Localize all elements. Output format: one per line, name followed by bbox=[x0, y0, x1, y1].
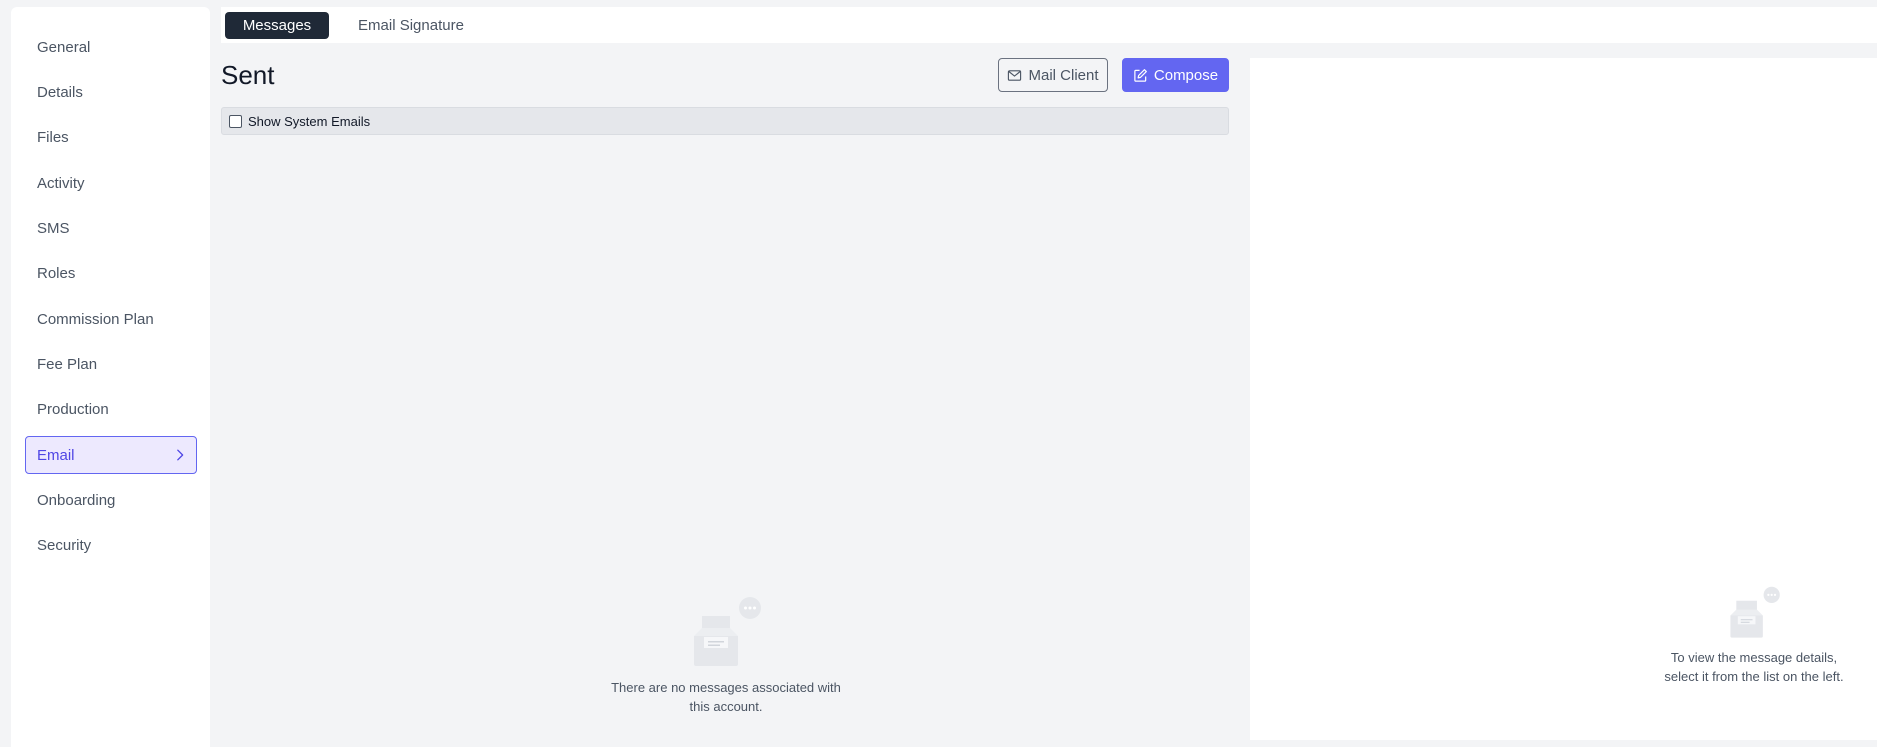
edit-icon bbox=[1134, 68, 1147, 82]
show-system-emails-checkbox[interactable] bbox=[229, 114, 242, 128]
sidebar-item-email[interactable]: Email bbox=[25, 436, 197, 474]
message-list-empty-state: There are no messages associated with th… bbox=[596, 596, 856, 716]
sidebar-item-label: General bbox=[37, 38, 91, 56]
sidebar-item-security[interactable]: Security bbox=[25, 526, 197, 564]
sidebar-item-label: Details bbox=[37, 83, 83, 101]
page-title: Sent bbox=[221, 60, 275, 90]
sidebar-item-fee-plan[interactable]: Fee Plan bbox=[25, 345, 197, 383]
compose-label: Compose bbox=[1153, 66, 1219, 84]
detail-empty-line1: To view the message details, bbox=[1670, 650, 1838, 665]
sidebar-item-production[interactable]: Production bbox=[25, 390, 197, 428]
envelope-icon bbox=[1008, 69, 1022, 81]
sidebar-item-label: Files bbox=[37, 128, 69, 146]
message-filter-bar: Show System Emails bbox=[221, 107, 1229, 135]
mail-client-label: Mail Client bbox=[1028, 66, 1099, 84]
chevron-right-icon bbox=[177, 449, 184, 461]
sidebar-item-label: Production bbox=[37, 400, 109, 418]
sidebar-item-label: Roles bbox=[37, 264, 76, 282]
detail-empty-line2: select it from the list on the left. bbox=[1664, 669, 1844, 684]
show-system-emails-label[interactable]: Show System Emails bbox=[248, 114, 370, 129]
compose-button[interactable]: Compose bbox=[1122, 58, 1229, 92]
inbox-chat-icon bbox=[694, 597, 761, 666]
settings-sidebar: General Details Files Activity SMS Roles… bbox=[11, 7, 210, 747]
mail-client-button[interactable]: Mail Client bbox=[998, 58, 1108, 92]
empty-message-line1: There are no messages associated with bbox=[611, 680, 841, 695]
sidebar-item-activity[interactable]: Activity bbox=[25, 164, 197, 202]
email-tab-bar: Messages Email Signature bbox=[221, 7, 1877, 43]
sidebar-item-sms[interactable]: SMS bbox=[25, 209, 197, 247]
detail-empty-message: To view the message details, select it f… bbox=[1640, 648, 1868, 686]
sidebar-item-roles[interactable]: Roles bbox=[25, 254, 197, 292]
tab-email-signature[interactable]: Email Signature bbox=[344, 12, 478, 39]
empty-message-line2: this account. bbox=[689, 699, 763, 714]
sidebar-item-onboarding[interactable]: Onboarding bbox=[25, 481, 197, 519]
sidebar-item-files[interactable]: Files bbox=[25, 118, 197, 156]
empty-message: There are no messages associated with th… bbox=[596, 678, 856, 716]
sidebar-item-label: Activity bbox=[37, 174, 85, 192]
sidebar-item-general[interactable]: General bbox=[25, 28, 197, 66]
sidebar-item-commission-plan[interactable]: Commission Plan bbox=[25, 300, 197, 338]
sidebar-item-label: Commission Plan bbox=[37, 310, 154, 328]
sidebar-item-details[interactable]: Details bbox=[25, 73, 197, 111]
sidebar-item-label: Onboarding bbox=[37, 491, 116, 509]
inbox-chat-icon bbox=[1730, 586, 1780, 638]
message-detail-empty-state: To view the message details, select it f… bbox=[1640, 586, 1868, 686]
tab-messages[interactable]: Messages bbox=[225, 12, 329, 39]
sidebar-item-label: Security bbox=[37, 536, 92, 554]
sidebar-item-label: Email bbox=[37, 446, 75, 464]
sidebar-item-label: SMS bbox=[37, 219, 70, 237]
sidebar-item-label: Fee Plan bbox=[37, 355, 98, 373]
